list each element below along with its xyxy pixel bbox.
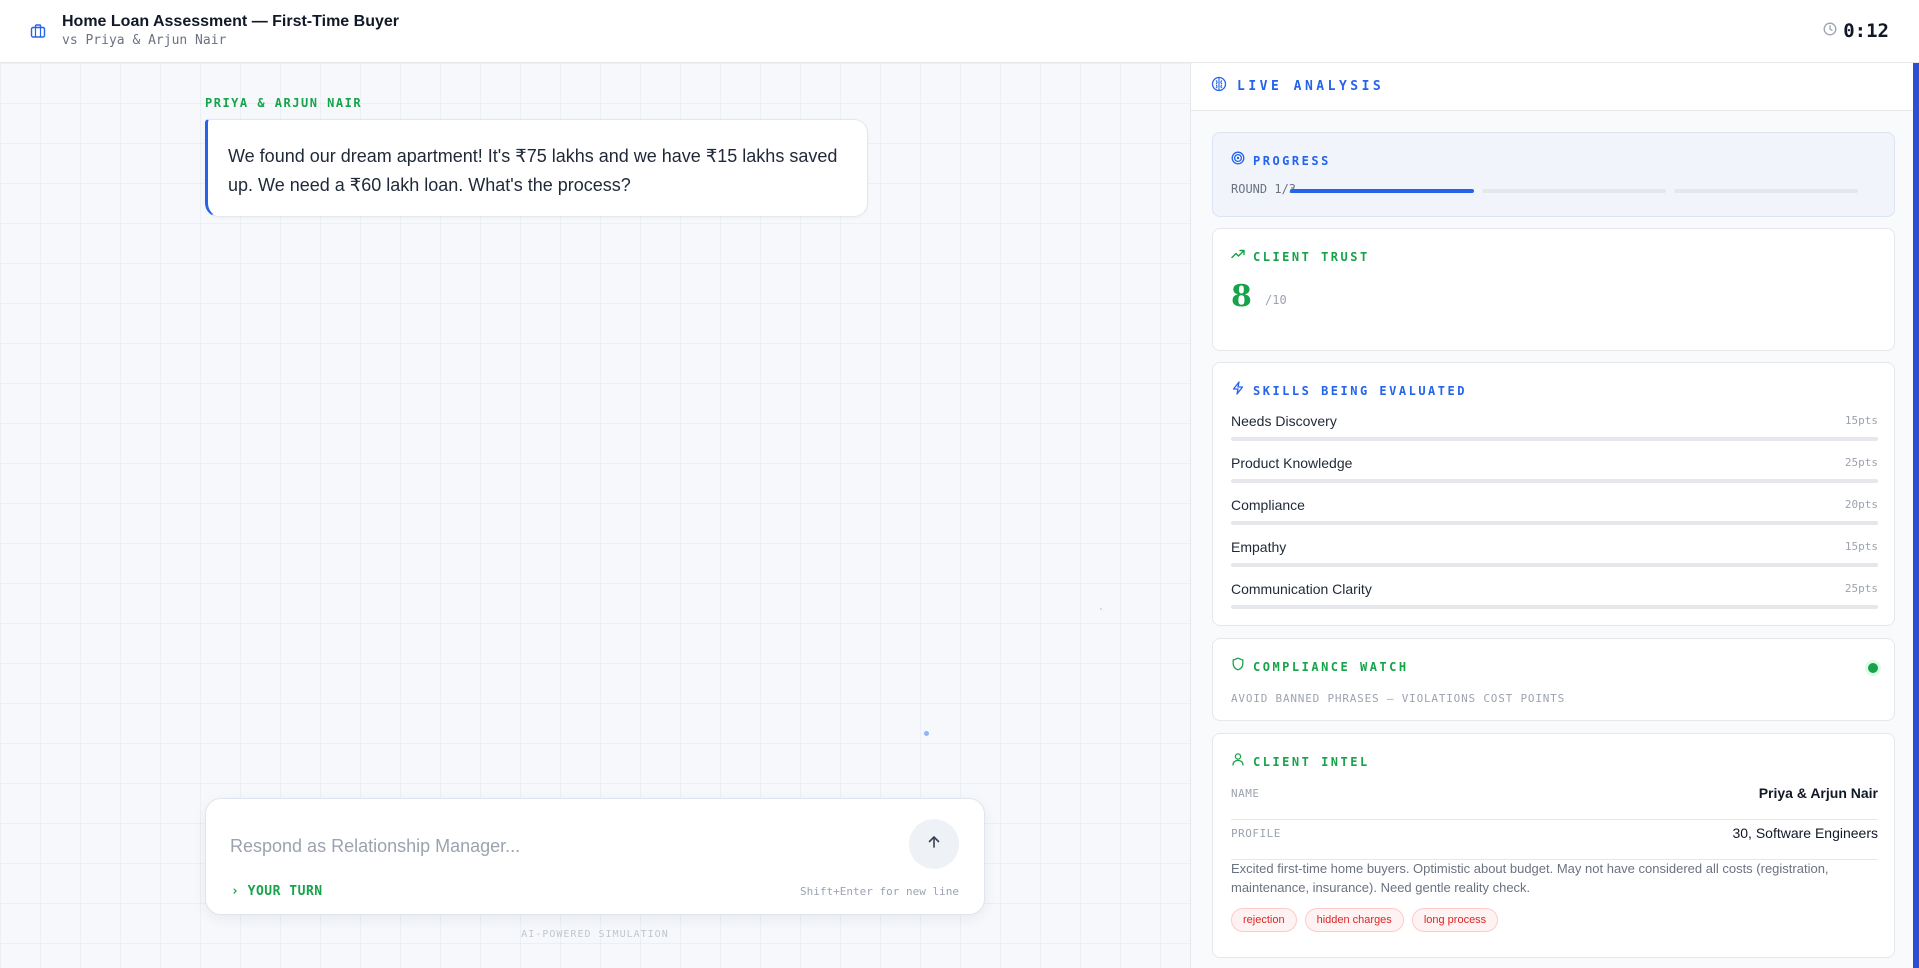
concern-tag: rejection	[1231, 908, 1297, 932]
session-timer: 0:12	[1823, 20, 1889, 42]
concern-tag: long process	[1411, 908, 1499, 932]
intel-description: Excited first-time home buyers. Optimist…	[1231, 861, 1829, 895]
compliance-note: AVOID BANNED PHRASES — VIOLATIONS COST P…	[1231, 692, 1566, 705]
intel-name-label: NAME	[1231, 787, 1260, 800]
turn-indicator: › YOUR TURN	[231, 884, 323, 899]
message-sender: PRIYA & ARJUN NAIR	[205, 96, 363, 110]
timer-value: 0:12	[1843, 20, 1889, 42]
trust-title: CLIENT TRUST	[1253, 249, 1370, 264]
intel-title-row: CLIENT INTEL	[1231, 752, 1370, 771]
chat-area: PRIYA & ARJUN NAIR We found our dream ap…	[0, 63, 1190, 968]
response-input[interactable]	[230, 831, 880, 861]
concern-tag: hidden charges	[1304, 908, 1404, 932]
concern-tags: rejection hidden charges long process	[1231, 908, 1499, 932]
intel-profile-value: 30, Software Engineers	[1732, 825, 1878, 841]
round-segment	[1674, 189, 1858, 193]
skills-card: SKILLS BEING EVALUATED Needs Discovery 1…	[1212, 362, 1895, 626]
skills-title-row: SKILLS BEING EVALUATED	[1231, 381, 1467, 400]
header-titles: Home Loan Assessment — First-Time Buyer …	[62, 12, 399, 50]
skill-points: 20pts	[1844, 498, 1878, 511]
shield-icon	[1231, 657, 1245, 676]
round-label: ROUND 1/3	[1231, 182, 1297, 196]
skill-item: Needs Discovery 15pts	[1231, 413, 1878, 455]
skill-points: 25pts	[1844, 456, 1878, 469]
top-header: Home Loan Assessment — First-Time Buyer …	[0, 0, 1919, 63]
skill-bar	[1231, 605, 1878, 609]
live-analysis-header: LIVE ANALYSIS	[1191, 63, 1914, 111]
decorative-dot	[924, 731, 929, 736]
skill-name: Communication Clarity	[1231, 581, 1372, 597]
client-trust-card: CLIENT TRUST 8 /10	[1212, 228, 1895, 351]
intel-title: CLIENT INTEL	[1253, 754, 1370, 769]
brain-icon	[1211, 76, 1227, 97]
user-icon	[1231, 752, 1245, 771]
skill-item: Empathy 15pts	[1231, 539, 1878, 581]
decorative-dot	[1100, 608, 1102, 610]
round-segment	[1290, 189, 1474, 193]
skill-name: Compliance	[1231, 497, 1305, 513]
round-segment	[1482, 189, 1666, 193]
skills-title: SKILLS BEING EVALUATED	[1253, 383, 1467, 398]
trust-title-row: CLIENT TRUST	[1231, 247, 1370, 266]
briefcase-icon	[30, 22, 48, 40]
intel-name-value: Priya & Arjun Nair	[1758, 785, 1878, 801]
page-title: Home Loan Assessment — First-Time Buyer	[62, 13, 399, 30]
compliance-title-row: COMPLIANCE WATCH	[1231, 657, 1409, 676]
compliance-watch-card: COMPLIANCE WATCH AVOID BANNED PHRASES — …	[1212, 638, 1895, 721]
skill-bar	[1231, 479, 1878, 483]
skill-bar	[1231, 437, 1878, 441]
skill-points: 15pts	[1844, 540, 1878, 553]
skill-name: Product Knowledge	[1231, 455, 1353, 471]
panel-accent-bar	[1913, 63, 1919, 968]
live-analysis-title: LIVE ANALYSIS	[1237, 79, 1385, 94]
progress-title-row: PROGRESS	[1231, 151, 1331, 170]
skill-bar	[1231, 521, 1878, 525]
progress-card: PROGRESS ROUND 1/3	[1212, 132, 1895, 217]
skill-points: 15pts	[1844, 414, 1878, 427]
analysis-panel: LIVE ANALYSIS PROGRESS ROUND 1/3 CLIENT …	[1190, 63, 1919, 968]
progress-title: PROGRESS	[1253, 153, 1331, 168]
opponent-subtitle: vs Priya & Arjun Nair	[62, 33, 227, 48]
newline-hint: Shift+Enter for new line	[800, 885, 959, 898]
compliance-status-dot	[1868, 663, 1878, 673]
compliance-title: COMPLIANCE WATCH	[1253, 659, 1409, 674]
client-intel-card: CLIENT INTEL NAME Priya & Arjun Nair PRO…	[1212, 733, 1895, 958]
client-message-bubble: We found our dream apartment! It's ₹75 l…	[205, 119, 868, 217]
trending-up-icon	[1231, 247, 1245, 266]
target-icon	[1231, 151, 1245, 170]
send-button[interactable]	[909, 819, 959, 869]
trust-max: /10	[1265, 293, 1287, 307]
skill-item: Communication Clarity 25pts	[1231, 581, 1878, 623]
chevron-right-icon: ›	[231, 884, 240, 899]
turn-label: YOUR TURN	[247, 884, 323, 899]
skill-bar	[1231, 563, 1878, 567]
skill-item: Product Knowledge 25pts	[1231, 455, 1878, 497]
simulation-footer: AI-POWERED SIMULATION	[521, 929, 669, 940]
intel-profile-row: PROFILE 30, Software Engineers	[1231, 822, 1878, 860]
skill-item: Compliance 20pts	[1231, 497, 1878, 539]
intel-name-row: NAME Priya & Arjun Nair	[1231, 782, 1878, 820]
lightning-icon	[1231, 381, 1245, 400]
skill-points: 25pts	[1844, 582, 1878, 595]
arrow-up-icon	[926, 834, 942, 855]
clock-icon	[1823, 22, 1837, 41]
response-composer: › YOUR TURN Shift+Enter for new line	[205, 798, 985, 915]
skill-name: Needs Discovery	[1231, 413, 1337, 429]
skill-name: Empathy	[1231, 539, 1287, 555]
trust-score: 8	[1231, 279, 1252, 314]
intel-profile-label: PROFILE	[1231, 827, 1281, 840]
